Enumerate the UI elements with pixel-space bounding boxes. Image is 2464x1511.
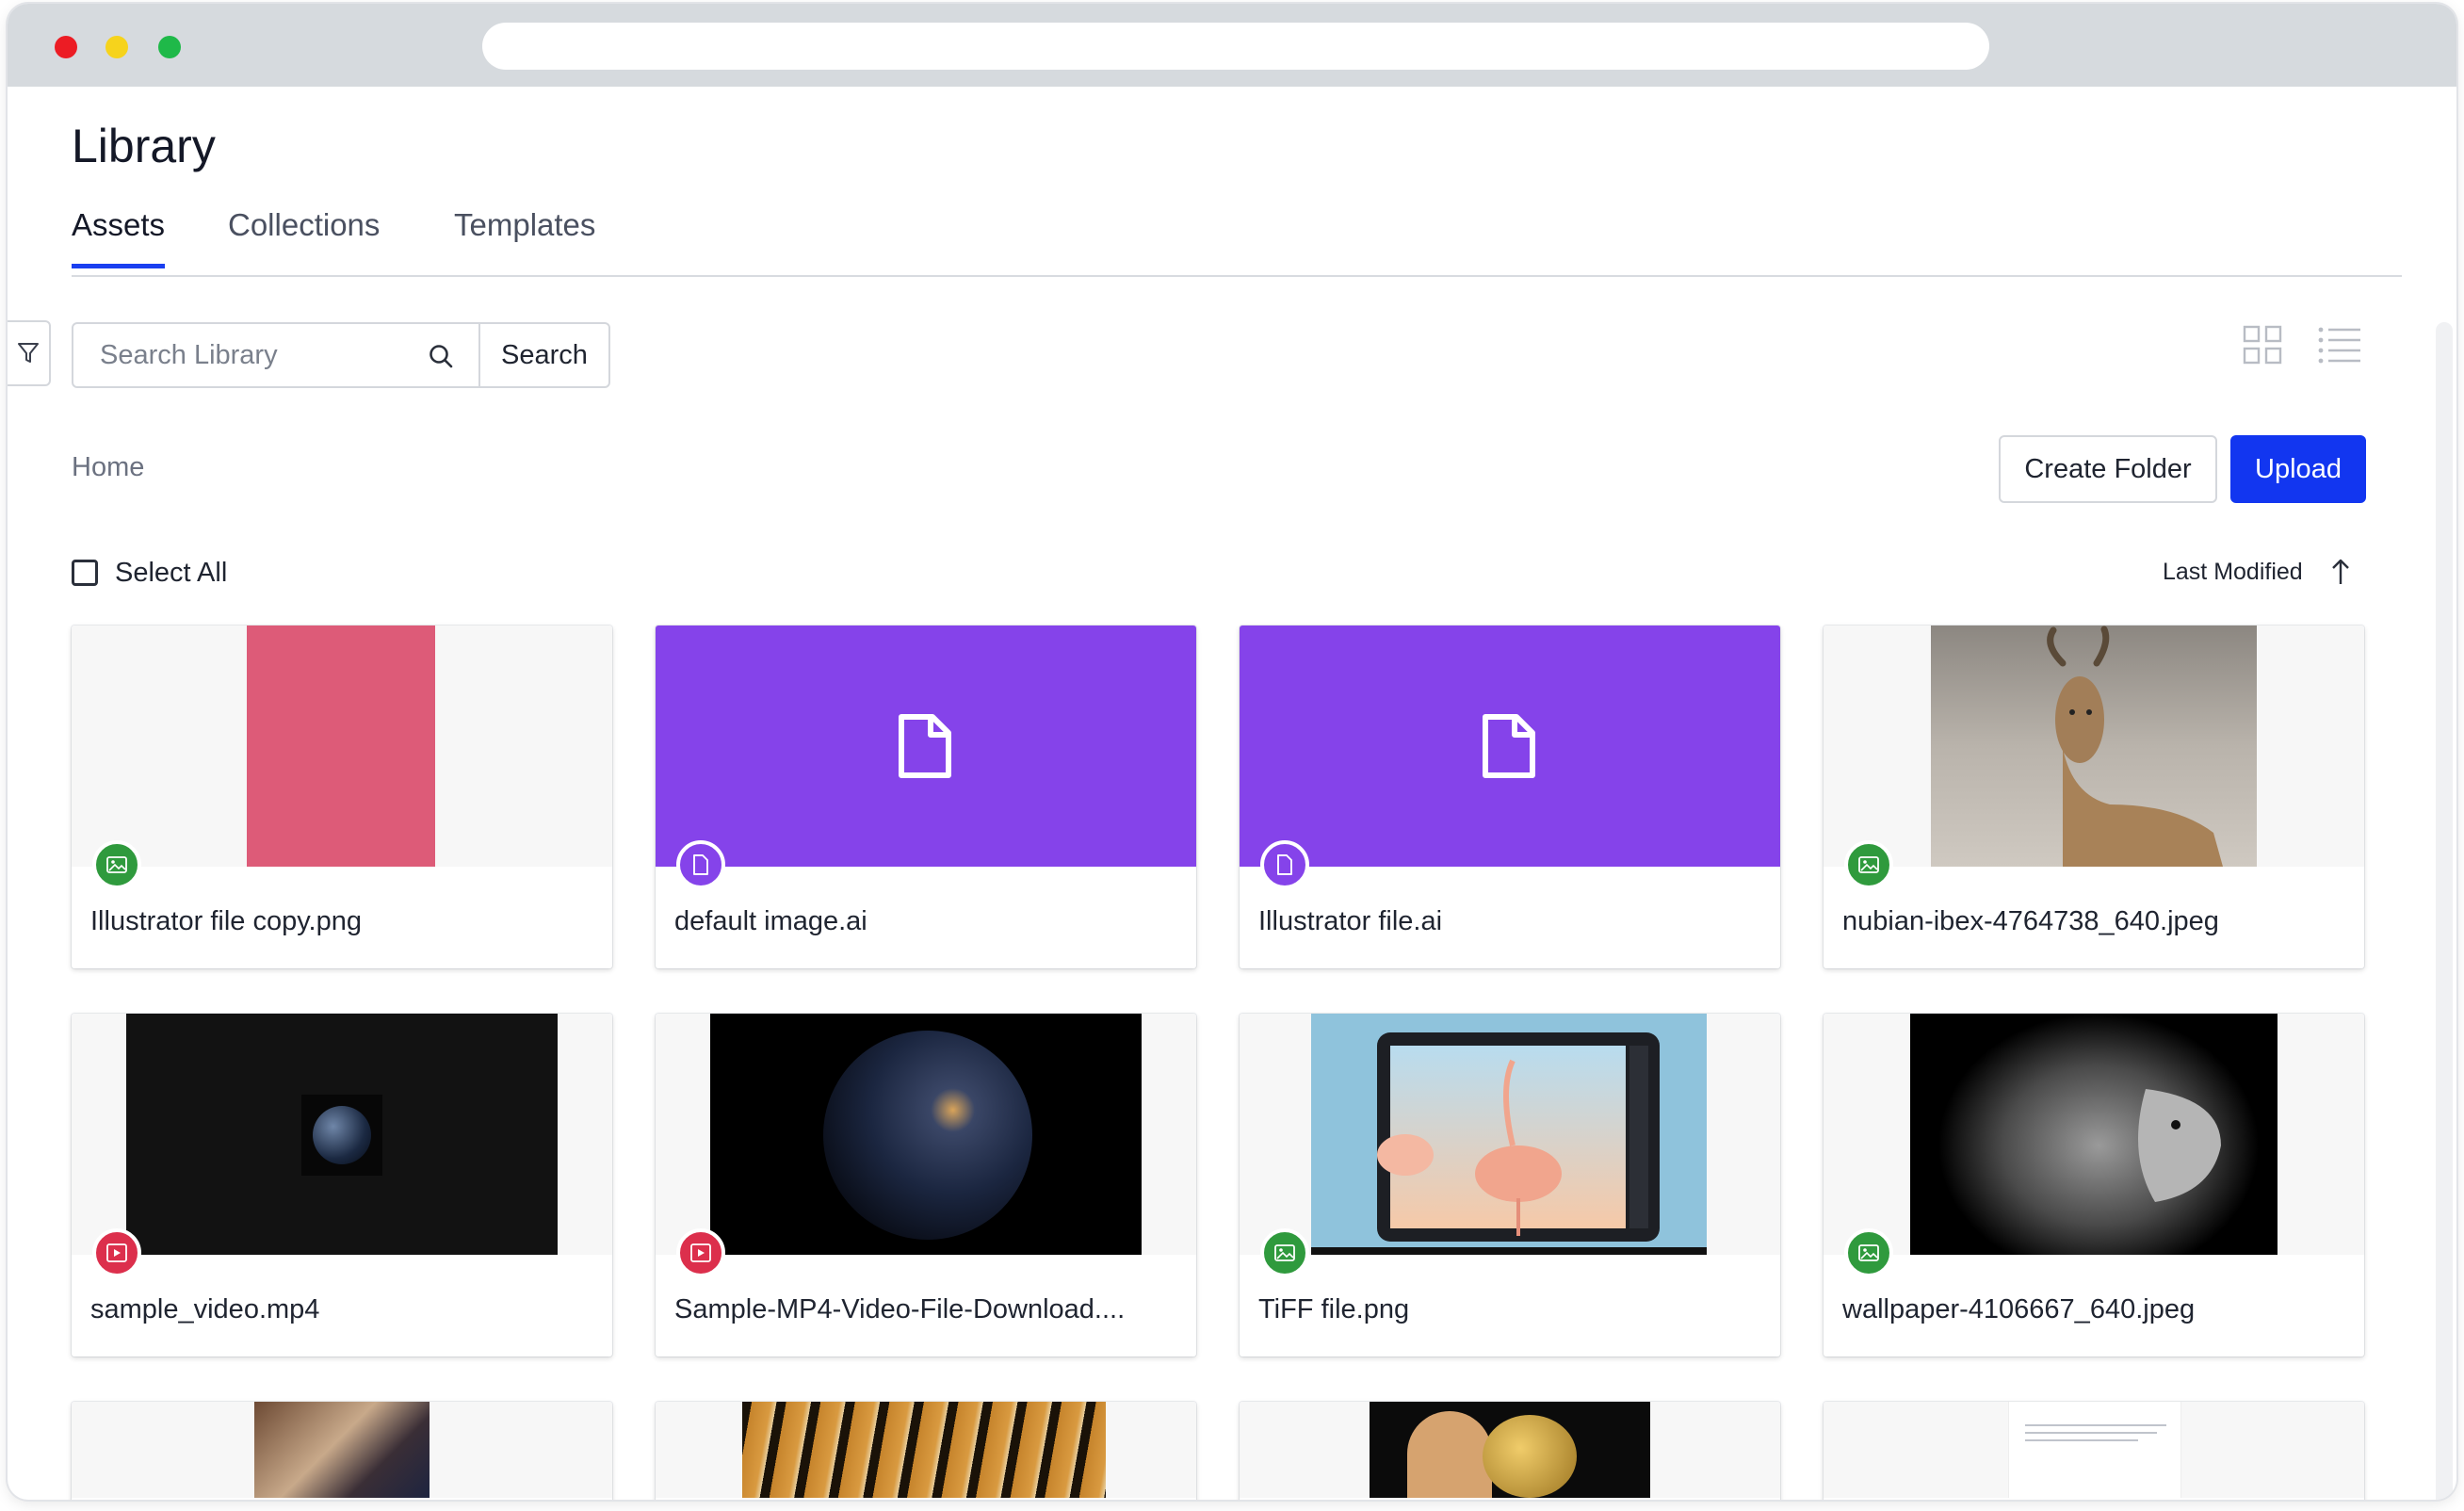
image-icon	[106, 856, 127, 873]
asset-thumbnail[interactable]	[72, 1402, 612, 1498]
asset-name[interactable]: sample_video.mp4	[90, 1294, 319, 1325]
breadcrumb[interactable]: Home	[72, 452, 144, 483]
minimize-window-button[interactable]	[105, 36, 128, 58]
image-icon	[1274, 1244, 1295, 1261]
asset-card[interactable]	[72, 1402, 612, 1500]
file-icon	[1483, 714, 1535, 778]
grid-view-icon[interactable]	[2242, 324, 2283, 366]
page-scrollbar[interactable]	[2436, 322, 2453, 1500]
filter-icon	[18, 343, 39, 363]
video-type-badge	[676, 1228, 725, 1277]
list-view-icon[interactable]	[2317, 324, 2362, 366]
maximize-window-button[interactable]	[158, 36, 181, 58]
sort-label[interactable]: Last Modified	[2163, 559, 2303, 586]
search-input[interactable]	[100, 324, 411, 386]
asset-thumbnail[interactable]	[1824, 626, 2364, 867]
asset-card[interactable]: TiFF file.png	[1240, 1014, 1780, 1357]
asset-card[interactable]: nubian-ibex-4764738_640.jpeg	[1824, 626, 2364, 968]
asset-thumbnail[interactable]	[1824, 1014, 2364, 1255]
asset-thumbnail[interactable]	[1240, 626, 1780, 867]
select-all-checkbox[interactable]	[72, 560, 98, 586]
tablet-flamingo-photo	[1311, 1014, 1707, 1255]
asset-card[interactable]: wallpaper-4106667_640.jpeg	[1824, 1014, 2364, 1357]
close-window-button[interactable]	[55, 36, 77, 58]
image-type-badge	[1844, 840, 1893, 889]
asset-card[interactable]: default image.ai	[656, 626, 1196, 968]
sort-ascending-icon[interactable]	[2329, 558, 2352, 586]
asset-card[interactable]	[1240, 1402, 1780, 1500]
select-all-label: Select All	[115, 557, 228, 588]
image-type-badge	[1260, 1228, 1309, 1277]
asset-name[interactable]: default image.ai	[674, 906, 867, 937]
asset-card[interactable]: sample_video.mp4	[72, 1014, 612, 1357]
asset-thumbnail[interactable]	[656, 626, 1196, 867]
create-folder-button[interactable]: Create Folder	[1999, 435, 2217, 503]
address-bar[interactable]	[482, 23, 1989, 70]
asset-name[interactable]: TiFF file.png	[1258, 1294, 1409, 1325]
asset-thumbnail[interactable]	[1240, 1402, 1780, 1498]
ibex-photo	[1931, 626, 2257, 867]
asset-name[interactable]: Illustrator file.ai	[1258, 906, 1442, 937]
browser-titlebar	[8, 4, 2456, 87]
tab-assets[interactable]: Assets	[72, 207, 166, 268]
select-all[interactable]: Select All	[72, 554, 227, 592]
image-type-badge	[92, 840, 141, 889]
filter-toggle-button[interactable]	[8, 320, 51, 386]
asset-thumbnail[interactable]	[1824, 1402, 2364, 1498]
video-icon	[690, 1243, 711, 1262]
search-button[interactable]: Search	[478, 322, 610, 388]
tab-collections[interactable]: Collections	[228, 207, 380, 264]
asset-name[interactable]: wallpaper-4106667_640.jpeg	[1842, 1294, 2195, 1325]
asset-card[interactable]	[656, 1402, 1196, 1500]
file-type-badge	[676, 840, 725, 889]
browser-window: Library Assets Collections Templates Sea…	[8, 4, 2456, 1500]
asset-card[interactable]: Sample-MP4-Video-File-Download....	[656, 1014, 1196, 1357]
asset-card[interactable]: Illustrator file copy.png	[72, 626, 612, 968]
image-icon	[1858, 856, 1879, 873]
video-icon	[106, 1243, 127, 1262]
asset-name[interactable]: Sample-MP4-Video-File-Download....	[674, 1294, 1125, 1325]
file-type-badge	[1260, 840, 1309, 889]
asset-thumbnail[interactable]	[1240, 1014, 1780, 1255]
asset-thumbnail[interactable]	[72, 626, 612, 867]
file-icon	[1277, 854, 1292, 875]
page-title: Library	[72, 120, 216, 172]
asset-name[interactable]: nubian-ibex-4764738_640.jpeg	[1842, 906, 2219, 937]
file-icon	[693, 854, 708, 875]
lion-photo	[1910, 1014, 2278, 1255]
sort-control[interactable]: Last Modified	[2163, 558, 2352, 586]
library-page: Library Assets Collections Templates Sea…	[8, 87, 2456, 1500]
image-type-badge	[1844, 1228, 1893, 1277]
library-tabs: Assets Collections Templates	[72, 200, 2402, 277]
tab-templates[interactable]: Templates	[454, 207, 595, 264]
asset-thumbnail[interactable]	[656, 1402, 1196, 1498]
file-icon	[899, 714, 951, 778]
asset-thumbnail[interactable]	[656, 1014, 1196, 1255]
video-type-badge	[92, 1228, 141, 1277]
asset-name[interactable]: Illustrator file copy.png	[90, 906, 362, 937]
asset-card[interactable]	[1824, 1402, 2364, 1500]
upload-button[interactable]: Upload	[2230, 435, 2366, 503]
asset-thumbnail[interactable]	[72, 1014, 612, 1255]
image-icon	[1858, 1244, 1879, 1261]
search-icon[interactable]	[428, 343, 454, 369]
asset-card[interactable]: Illustrator file.ai	[1240, 626, 1780, 968]
search-field	[72, 322, 480, 388]
